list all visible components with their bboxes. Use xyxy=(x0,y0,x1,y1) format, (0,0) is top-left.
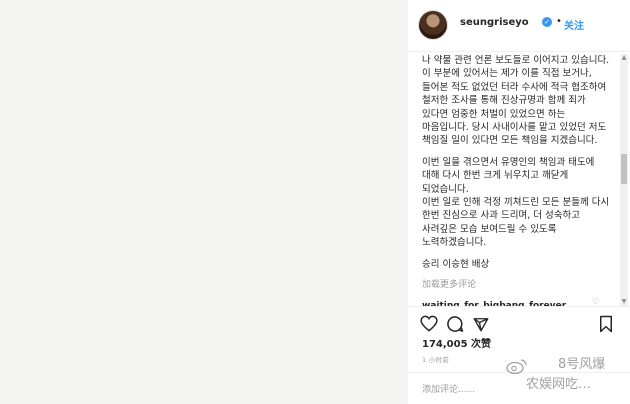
share-icon[interactable] xyxy=(472,315,490,337)
post-side-panel: seungriseyo ✓ • 关注 나 약물 관련 언론 보도들로 이어지고 … xyxy=(407,0,630,404)
post-header: seungriseyo ✓ • 关注 xyxy=(408,0,630,52)
heart-icon[interactable] xyxy=(420,315,438,336)
post-timestamp[interactable]: 1 小时前 xyxy=(422,354,449,364)
comment-like-icon[interactable]: ♡ xyxy=(592,297,600,306)
bookmark-icon[interactable] xyxy=(598,315,614,337)
caption-paragraph: 이번 일을 겪으면서 유명인의 책임과 태도에 대해 다시 한번 크게 뉘우치고… xyxy=(422,156,610,249)
avatar[interactable] xyxy=(418,10,448,40)
load-more-comments-button[interactable]: 加载更多评论 xyxy=(422,279,612,292)
caption-paragraph: 나 약물 관련 언론 보도들로 이어지고 있습니다. 이 부분에 있어서는 제가… xyxy=(422,55,612,147)
weibo-logo-icon xyxy=(506,359,527,374)
watermark-line1: 8号风爆 xyxy=(558,357,606,372)
verified-badge-icon: ✓ xyxy=(542,17,552,27)
like-count[interactable]: 174,005 次赞 xyxy=(422,335,491,350)
post-image-area xyxy=(0,0,407,404)
scroll-thumb[interactable] xyxy=(621,154,627,184)
follow-separator: • xyxy=(556,16,562,27)
caption-signature: 승리 이승현 배상 xyxy=(422,258,490,270)
watermark: 8号风爆 农娱网吃… xyxy=(506,356,630,400)
watermark-line2: 农娱网吃… xyxy=(526,377,592,392)
caption-scrollbar[interactable]: ▲ ▼ xyxy=(620,54,628,306)
username-link[interactable]: seungriseyo xyxy=(460,17,529,28)
follow-button[interactable]: 关注 xyxy=(564,17,584,32)
scroll-down-arrow-icon[interactable]: ▼ xyxy=(620,298,628,306)
scroll-up-arrow-icon[interactable]: ▲ xyxy=(620,54,628,62)
comment-input[interactable]: 添加评论...... xyxy=(422,382,475,395)
comment-icon[interactable] xyxy=(446,315,464,337)
caption-text: 나 약물 관련 언론 보도들로 이어지고 있습니다. 이 부분에 있어서는 제가… xyxy=(422,54,612,306)
